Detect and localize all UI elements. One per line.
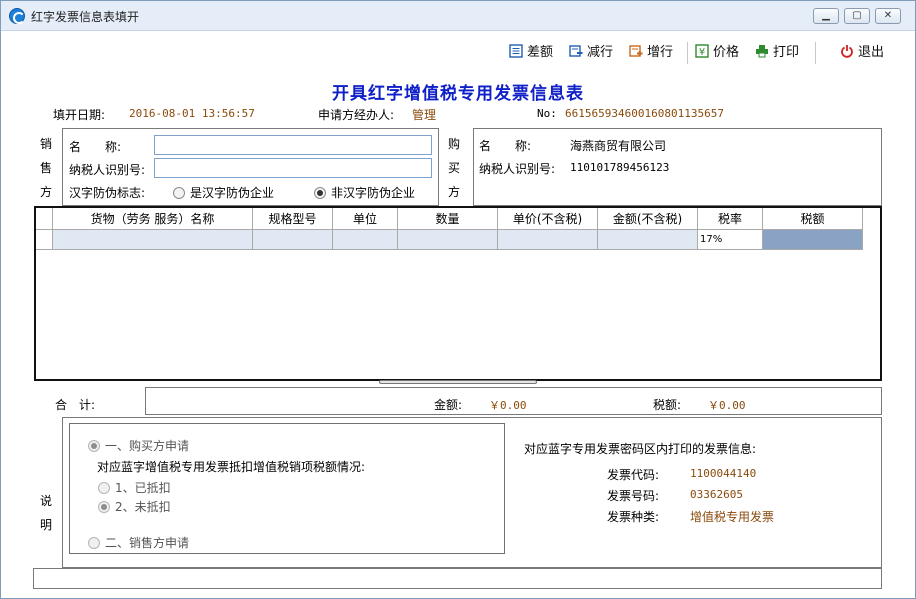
- invoice-code-value: 1100044140: [690, 467, 757, 480]
- radio-icon: [98, 482, 110, 494]
- option-seller-apply[interactable]: 二、销售方申请: [88, 534, 189, 551]
- row-header-cell: [36, 208, 53, 230]
- add-row-button[interactable]: 增行: [629, 44, 673, 62]
- no-label: No:: [537, 107, 557, 120]
- tax-value: ￥0.00: [708, 399, 746, 412]
- radio-selected-icon: [98, 501, 110, 513]
- window-title: 红字发票信息表填开: [31, 10, 140, 24]
- radio-selected-icon: [314, 187, 326, 199]
- column-header[interactable]: 单位: [333, 208, 398, 230]
- toolbar: 差额 减行 增行 ¥ 价格 打印 退出: [1, 33, 915, 73]
- price-button[interactable]: ¥ 价格: [695, 44, 739, 62]
- items-table[interactable]: 货物（劳务 服务）名称 规格型号 单位 数量 单价(不含税) 金额(不含税) 税…: [34, 206, 882, 381]
- buyer-taxid-label: 纳税人识别号:: [479, 162, 556, 176]
- add-row-label: 增行: [647, 45, 674, 60]
- antifake-label: 汉字防伪标志:: [69, 186, 146, 200]
- seller-taxid-label: 纳税人识别号:: [69, 163, 146, 177]
- no-value: 661565934600160801135657: [565, 107, 724, 120]
- radio-icon: [173, 187, 185, 199]
- column-header[interactable]: 货物（劳务 服务）名称: [53, 208, 253, 230]
- app-logo-icon: [9, 8, 25, 24]
- main-window: 红字发票信息表填开 ▁ ▢ ✕ 差额 减行 增行 ¥ 价格 打印 退出 开具红字增…: [0, 0, 916, 599]
- title-bar: 红字发票信息表填开 ▁ ▢ ✕: [1, 1, 915, 31]
- diff-button[interactable]: 差额: [509, 44, 553, 62]
- option-not-deducted[interactable]: 2、未抵扣: [98, 498, 171, 515]
- invoice-type-value: 增值税专用发票: [690, 510, 775, 524]
- totals-label: 合 计:: [55, 398, 96, 412]
- buyer-taxid-value: 110101789456123: [570, 161, 670, 174]
- seller-side-label: 销售方: [39, 137, 52, 199]
- invoice-type-label: 发票种类:: [607, 510, 660, 524]
- seller-name-input[interactable]: [154, 135, 432, 155]
- tax-label: 税额:: [653, 398, 682, 412]
- buyer-name-label: 名 称:: [479, 139, 532, 153]
- invoice-number-value: 03362605: [690, 488, 743, 501]
- antifake-option-no[interactable]: 非汉字防伪企业: [314, 184, 415, 201]
- invoice-number-label: 发票号码:: [607, 489, 660, 503]
- yuan-icon: ¥: [695, 44, 709, 58]
- buyer-side-label: 购买方: [447, 137, 460, 199]
- seller-name-label: 名 称:: [69, 140, 122, 154]
- footer-strip: [33, 568, 882, 589]
- table-cell[interactable]: [398, 230, 498, 250]
- table-cell[interactable]: [598, 230, 698, 250]
- applicant-value: 管理: [412, 108, 437, 122]
- table-cell[interactable]: [333, 230, 398, 250]
- column-header[interactable]: 税率: [698, 208, 763, 230]
- antifake-option-yes[interactable]: 是汉字防伪企业: [173, 184, 274, 201]
- remove-row-label: 减行: [587, 45, 614, 60]
- table-cell[interactable]: 17%: [698, 230, 763, 250]
- column-header[interactable]: 税额: [763, 208, 863, 230]
- toolbar-separator: [687, 42, 688, 64]
- minimize-button[interactable]: ▁: [813, 8, 839, 24]
- toolbar-separator: [815, 42, 816, 64]
- row-selector[interactable]: [36, 230, 53, 250]
- radio-selected-icon: [88, 440, 100, 452]
- column-header[interactable]: 单价(不含税): [498, 208, 598, 230]
- exit-label: 退出: [858, 45, 885, 60]
- power-icon: [841, 45, 853, 58]
- page-title: 开具红字增值税专用发票信息表: [332, 84, 584, 104]
- invoice-code-label: 发票代码:: [607, 468, 660, 482]
- table-cell[interactable]: [763, 230, 863, 250]
- blue-invoice-title: 对应蓝字专用发票密码区内打印的发票信息:: [524, 442, 757, 456]
- add-row-icon: [629, 45, 643, 57]
- maximize-button[interactable]: ▢: [844, 8, 870, 24]
- radio-icon: [88, 537, 100, 549]
- remove-row-icon: [569, 45, 583, 57]
- price-label: 价格: [713, 45, 740, 60]
- table-cell[interactable]: [53, 230, 253, 250]
- deduct-question: 对应蓝字增值税专用发票抵扣增值税销项税额情况:: [97, 460, 366, 474]
- table-cell[interactable]: [498, 230, 598, 250]
- buyer-name-value: 海燕商贸有限公司: [570, 139, 667, 153]
- print-label: 打印: [773, 45, 800, 60]
- date-label: 填开日期:: [53, 108, 106, 122]
- exit-button[interactable]: 退出: [840, 44, 884, 62]
- printer-icon: [756, 45, 768, 58]
- list-icon: [509, 44, 523, 58]
- diff-label: 差额: [527, 45, 554, 60]
- column-header[interactable]: 金额(不含税): [598, 208, 698, 230]
- amount-label: 金额:: [434, 398, 463, 412]
- seller-taxid-input[interactable]: [154, 158, 432, 178]
- close-window-button[interactable]: ✕: [875, 8, 901, 24]
- explain-side-label: 说明: [39, 494, 52, 532]
- remove-row-button[interactable]: 减行: [569, 44, 613, 62]
- column-header[interactable]: 规格型号: [253, 208, 333, 230]
- option-buyer-apply[interactable]: 一、购买方申请: [88, 437, 189, 454]
- print-button[interactable]: 打印: [755, 44, 799, 62]
- option-deducted[interactable]: 1、已抵扣: [98, 479, 171, 496]
- splitter-handle[interactable]: [379, 380, 537, 384]
- svg-text:¥: ¥: [699, 47, 705, 58]
- amount-value: ￥0.00: [489, 399, 527, 412]
- table-cell[interactable]: [253, 230, 333, 250]
- date-value: 2016-08-01 13:56:57: [129, 107, 255, 120]
- applicant-label: 申请方经办人:: [318, 108, 395, 122]
- column-header[interactable]: 数量: [398, 208, 498, 230]
